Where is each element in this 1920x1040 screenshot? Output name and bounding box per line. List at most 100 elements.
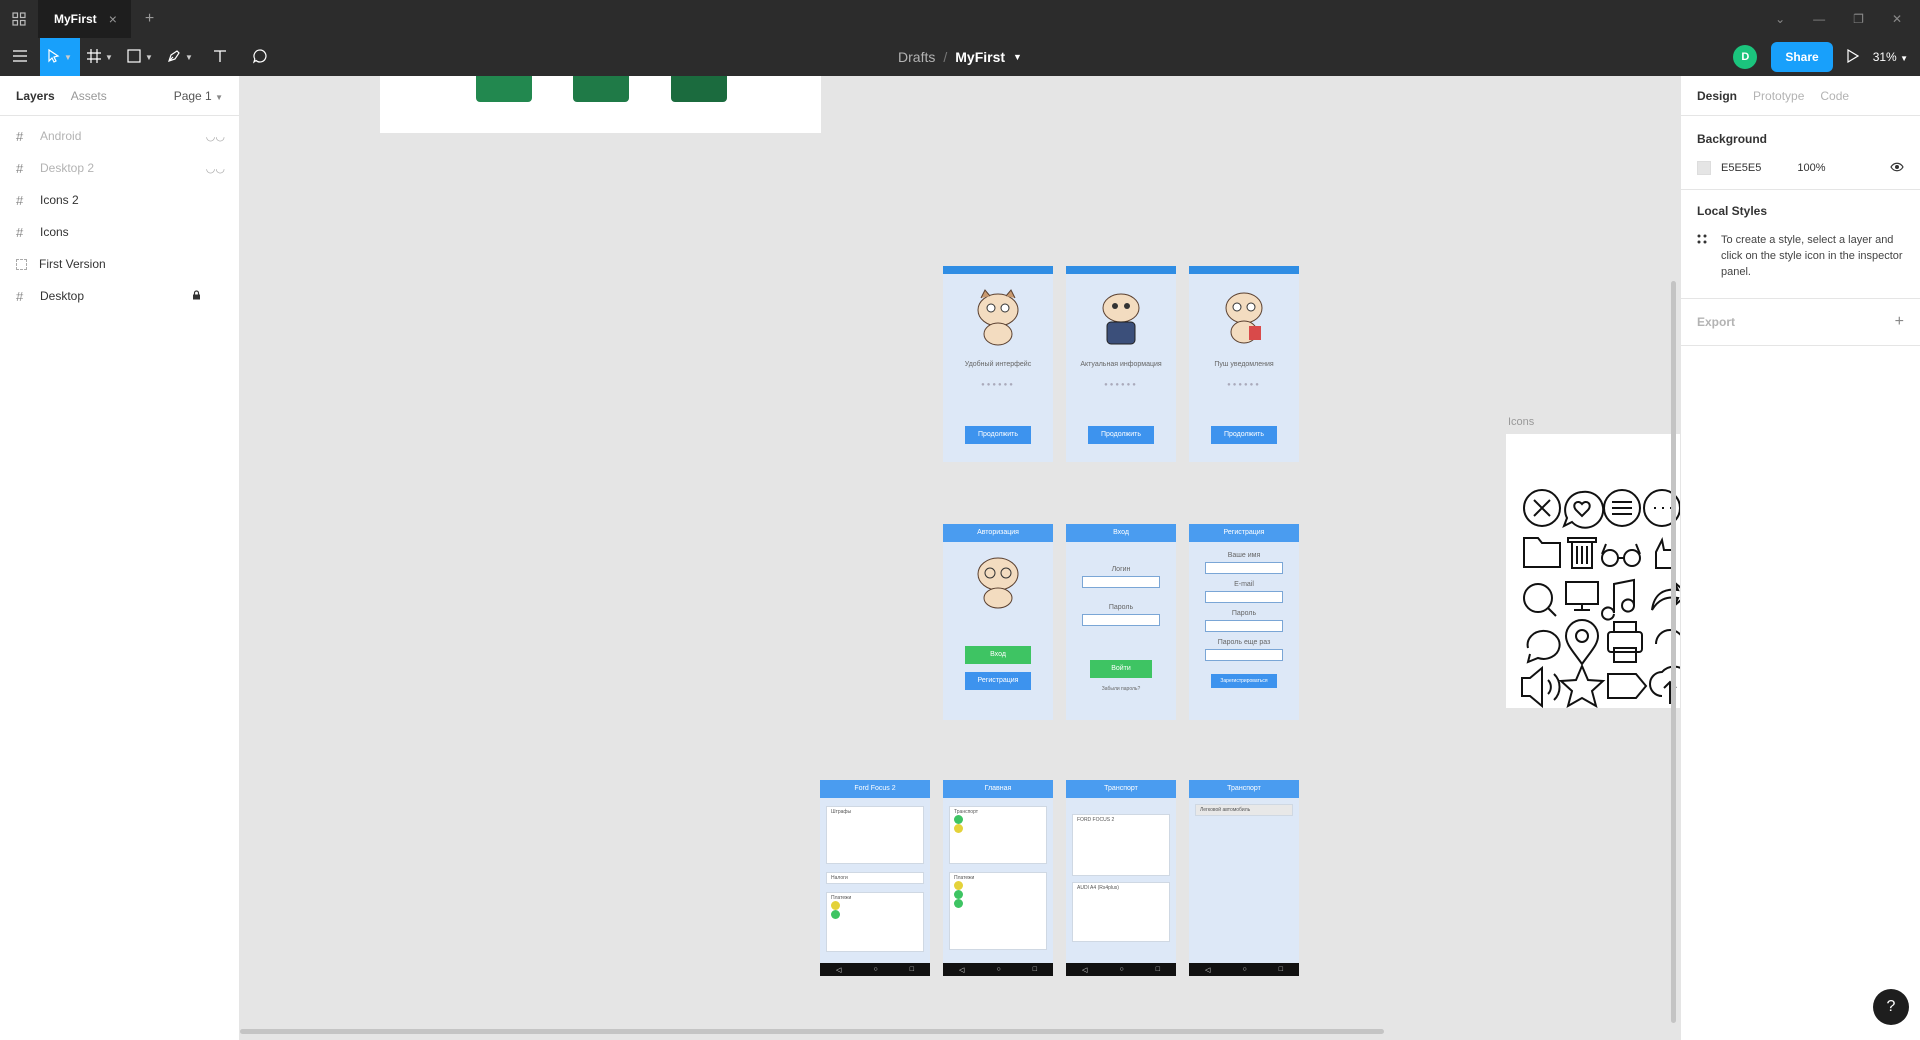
list-item[interactable]: Штрафы xyxy=(826,806,924,864)
onboarding-screen[interactable]: Удобный интерфейс ●●●●●● Продолжить xyxy=(943,266,1053,462)
left-panel-tabs: Layers Assets Page 1 ▼ xyxy=(0,76,239,116)
frame-tool-button[interactable]: ▼ xyxy=(80,38,120,76)
pen-tool-button[interactable]: ▼ xyxy=(160,38,200,76)
frame-label-icons[interactable]: Icons xyxy=(1508,416,1534,428)
name-field[interactable] xyxy=(1205,562,1283,574)
app-screen[interactable]: Ford Focus 2 Штрафы Налоги Платежи ◁ ○ □ xyxy=(820,780,930,976)
lock-icon[interactable] xyxy=(192,289,201,303)
eye-icon[interactable] xyxy=(1890,160,1904,175)
back-icon[interactable]: ◁ xyxy=(959,966,964,974)
list-item[interactable]: Платежи xyxy=(826,892,924,952)
onboarding-screen[interactable]: Пуш уведомления ●●●●●● Продолжить xyxy=(1189,266,1299,462)
email-label: E-mail xyxy=(1234,581,1254,588)
local-styles-hint: To create a style, select a layer and cl… xyxy=(1721,234,1903,278)
signup-button[interactable]: Зарегистрироваться xyxy=(1211,674,1277,688)
vertical-scrollbar[interactable] xyxy=(1671,281,1676,1023)
recents-icon[interactable]: □ xyxy=(1156,966,1160,973)
chevron-down-icon[interactable]: ▼ xyxy=(1013,52,1022,62)
password-field[interactable] xyxy=(1205,620,1283,632)
list-item[interactable]: Платежи xyxy=(949,872,1047,950)
close-window-icon[interactable]: ✕ xyxy=(1892,12,1902,26)
app-grid-icon[interactable] xyxy=(0,0,38,38)
tab-assets[interactable]: Assets xyxy=(71,89,107,103)
auth-screen[interactable]: Регистрация Ваше имя E-mail Пароль Парол… xyxy=(1189,524,1299,720)
home-icon[interactable]: ○ xyxy=(873,966,877,973)
layer-android[interactable]: # Android ◡◡ xyxy=(0,120,239,152)
shape-tool-button[interactable]: ▼ xyxy=(120,38,160,76)
layer-desktop[interactable]: # Desktop xyxy=(0,280,239,312)
maximize-icon[interactable]: ❐ xyxy=(1853,12,1864,26)
auth-screen[interactable]: Авторизация Вход Регистрация xyxy=(943,524,1053,720)
app-screen[interactable]: Транспорт Легковой автомобиль ◁ ○ □ xyxy=(1189,780,1299,976)
back-icon[interactable]: ◁ xyxy=(836,966,841,974)
list-item[interactable]: AUDI A4 (Rs4plus) xyxy=(1072,882,1170,942)
layer-desktop-2[interactable]: # Desktop 2 ◡◡ xyxy=(0,152,239,184)
share-button[interactable]: Share xyxy=(1771,42,1833,72)
layer-first-version[interactable]: First Version xyxy=(0,248,239,280)
password-field[interactable] xyxy=(1082,614,1160,626)
recents-icon[interactable]: □ xyxy=(1279,966,1283,973)
list-item[interactable]: Налоги xyxy=(826,872,924,884)
app-screen[interactable]: Главная Транспорт Платежи ◁ ○ □ xyxy=(943,780,1053,976)
tab-code[interactable]: Code xyxy=(1820,89,1849,103)
avatar[interactable]: D xyxy=(1733,45,1758,69)
layer-icons-2[interactable]: # Icons 2 xyxy=(0,184,239,216)
login-button[interactable]: Вход xyxy=(965,646,1031,664)
forgot-password-link[interactable]: Забыли пароль? xyxy=(1066,686,1176,692)
zoom-dropdown[interactable]: 31% ▼ xyxy=(1873,50,1908,64)
main-menu-button[interactable] xyxy=(0,38,40,76)
close-tab-icon[interactable]: × xyxy=(109,11,117,27)
home-icon[interactable]: ○ xyxy=(996,966,1000,973)
background-opacity[interactable]: 100% xyxy=(1797,162,1825,174)
file-name[interactable]: MyFirst xyxy=(955,49,1005,65)
auth-screen[interactable]: Вход Логин Пароль Войти Забыли пароль? xyxy=(1066,524,1176,720)
file-tab[interactable]: MyFirst × xyxy=(38,0,131,38)
icons-frame[interactable] xyxy=(1506,434,1680,708)
list-item[interactable]: FORD FOCUS 2 xyxy=(1072,814,1170,876)
background-hex[interactable]: E5E5E5 xyxy=(1721,162,1761,174)
continue-button[interactable]: Продолжить xyxy=(1211,426,1277,444)
layer-icons[interactable]: # Icons xyxy=(0,216,239,248)
register-button[interactable]: Регистрация xyxy=(965,672,1031,690)
back-icon[interactable]: ◁ xyxy=(1205,966,1210,974)
canvas[interactable]: Удобный интерфейс ●●●●●● Продолжить Акту… xyxy=(240,76,1680,1040)
help-button[interactable]: ? xyxy=(1873,989,1909,1025)
local-styles-hint-row: To create a style, select a layer and cl… xyxy=(1697,232,1904,280)
horizontal-scrollbar[interactable] xyxy=(240,1029,1384,1034)
password-repeat-field[interactable] xyxy=(1205,649,1283,661)
recents-icon[interactable]: □ xyxy=(1033,966,1037,973)
breadcrumb-drafts[interactable]: Drafts xyxy=(898,49,935,65)
hidden-eye-icon[interactable]: ◡◡ xyxy=(206,162,225,175)
minimize-icon[interactable]: — xyxy=(1813,12,1825,26)
continue-button[interactable]: Продолжить xyxy=(1088,426,1154,444)
back-icon[interactable]: ◁ xyxy=(1082,966,1087,974)
continue-button[interactable]: Продолжить xyxy=(965,426,1031,444)
hidden-eye-icon[interactable]: ◡◡ xyxy=(206,130,225,143)
color-swatch[interactable] xyxy=(1697,160,1711,175)
recents-icon[interactable]: □ xyxy=(910,966,914,973)
comment-tool-button[interactable] xyxy=(240,38,280,76)
add-export-icon[interactable]: + xyxy=(1895,313,1904,331)
chevron-down-icon[interactable]: ⌄ xyxy=(1775,12,1785,26)
onboarding-screen[interactable]: Актуальная информация ●●●●●● Продолжить xyxy=(1066,266,1176,462)
page-dots: ●●●●●● xyxy=(981,382,1015,388)
tab-prototype[interactable]: Prototype xyxy=(1753,89,1804,103)
top-frame[interactable] xyxy=(380,76,821,133)
list-item[interactable]: Транспорт xyxy=(949,806,1047,864)
group-icon xyxy=(16,258,27,270)
move-tool-button[interactable]: ▼ xyxy=(40,38,80,76)
tab-design[interactable]: Design xyxy=(1697,89,1737,103)
new-tab-icon[interactable]: + xyxy=(145,10,154,28)
vehicle-type-select[interactable]: Легковой автомобиль xyxy=(1195,804,1293,816)
home-icon[interactable]: ○ xyxy=(1119,966,1123,973)
text-tool-button[interactable] xyxy=(200,38,240,76)
tab-layers[interactable]: Layers xyxy=(16,89,55,103)
page-selector[interactable]: Page 1 ▼ xyxy=(174,89,223,103)
present-icon[interactable] xyxy=(1847,48,1859,66)
sign-in-button[interactable]: Войти xyxy=(1090,660,1152,678)
app-screen[interactable]: Транспорт FORD FOCUS 2 AUDI A4 (Rs4plus)… xyxy=(1066,780,1176,976)
frame-icon: # xyxy=(16,288,24,304)
login-field[interactable] xyxy=(1082,576,1160,588)
email-field[interactable] xyxy=(1205,591,1283,603)
home-icon[interactable]: ○ xyxy=(1242,966,1246,973)
